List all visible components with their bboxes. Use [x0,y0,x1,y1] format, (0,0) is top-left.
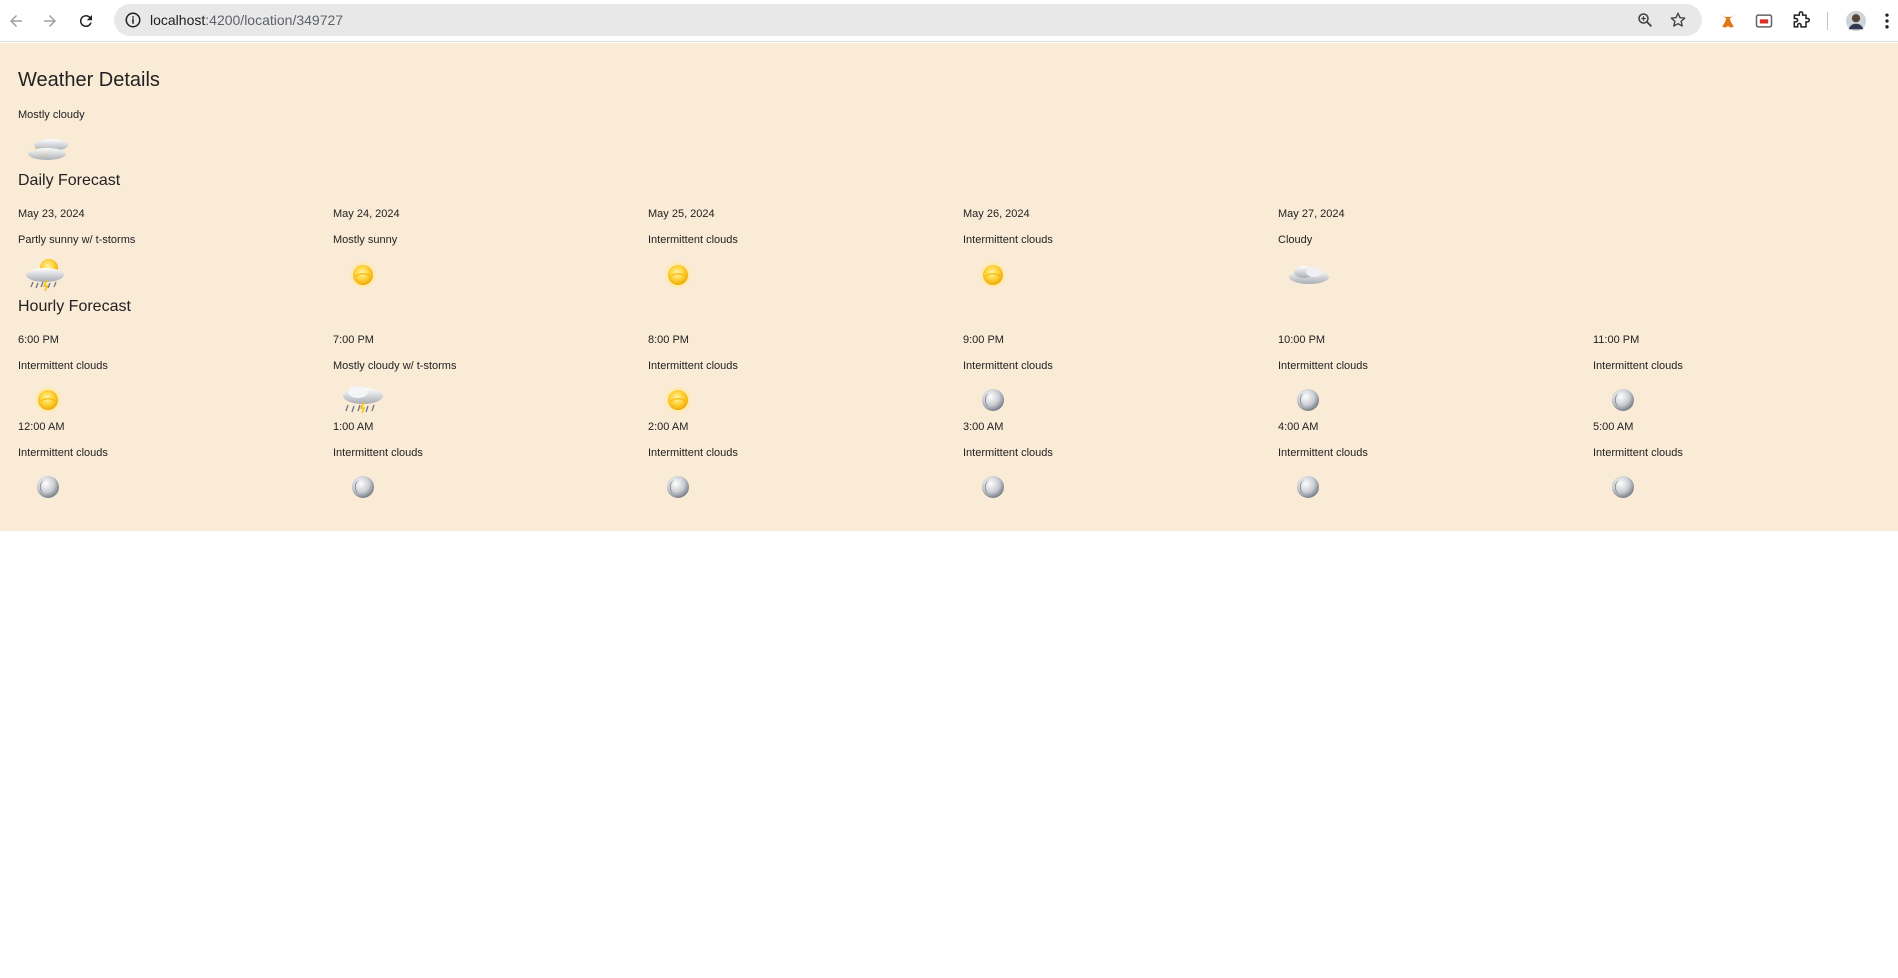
daily-condition: Cloudy [1278,234,1313,246]
hourly-condition: Intermittent clouds [1593,447,1683,459]
current-condition: Mostly cloudy [18,109,85,121]
site-info-icon[interactable] [124,11,142,29]
arrow-left-icon [10,15,22,27]
back-button[interactable] [3,8,29,34]
moon-icon [338,469,388,505]
address-bar[interactable]: localhost:4200/location/349727 [114,4,1702,36]
hourly-forecast-title: Hourly Forecast [18,298,131,315]
hourly-time: 1:00 AM [333,421,374,433]
hourly-time: 2:00 AM [648,421,689,433]
metamask-fox-icon[interactable] [1718,11,1738,31]
moon-icon [1598,469,1648,505]
browser-menu-icon[interactable] [1880,11,1894,31]
daily-condition: Partly sunny w/ t-storms [18,234,136,246]
sun-icon [653,257,703,293]
url-text[interactable]: localhost:4200/location/349727 [150,12,343,28]
daily-condition: Mostly sunny [333,234,398,246]
hourly-condition: Intermittent clouds [963,360,1053,372]
hourly-time: 10:00 PM [1278,334,1326,346]
moon-icon [1598,382,1648,418]
mostly-cloudy-icon [23,131,73,167]
weather-details-page: Weather Details Mostly cloudy Daily Fore… [0,43,1898,531]
hourly-time: 11:00 PM [1593,334,1640,346]
daily-condition: Intermittent clouds [963,234,1053,246]
hourly-time: 5:00 AM [1593,421,1634,433]
page-title: Weather Details [18,69,160,91]
profile-avatar-icon[interactable] [1845,10,1867,32]
zoom-icon[interactable] [1636,11,1654,29]
daily-condition: Intermittent clouds [648,234,738,246]
hourly-condition: Intermittent clouds [1278,360,1368,372]
reload-icon [79,15,92,28]
extension-window-icon[interactable] [1754,11,1774,31]
hourly-condition: Intermittent clouds [18,447,108,459]
bookmark-star-icon[interactable] [1669,11,1687,29]
hourly-time: 4:00 AM [1278,421,1319,433]
moon-icon [1283,469,1333,505]
daily-date: May 27, 2024 [1278,208,1345,220]
hourly-time: 6:00 PM [18,334,59,346]
browser-toolbar: localhost:4200/location/349727 [0,0,1898,42]
hourly-condition: Intermittent clouds [1278,447,1368,459]
moon-icon [653,469,703,505]
hourly-condition: Intermittent clouds [18,360,108,372]
cloud-icon [1283,257,1333,293]
moon-icon [968,382,1018,418]
arrow-right-icon [44,15,56,27]
hourly-condition: Intermittent clouds [333,447,423,459]
moon-icon [968,469,1018,505]
hourly-condition: Mostly cloudy w/ t-storms [333,360,457,372]
hourly-time: 3:00 AM [963,421,1004,433]
hourly-condition: Intermittent clouds [1593,360,1683,372]
hourly-time: 12:00 AM [18,421,65,433]
moon-icon [1283,382,1333,418]
daily-date: May 26, 2024 [963,208,1030,220]
daily-date: May 25, 2024 [648,208,715,220]
hourly-condition: Intermittent clouds [648,360,738,372]
sun-icon [653,382,703,418]
sun-icon [338,257,388,293]
forward-button[interactable] [37,8,63,34]
cloud-storm-icon [338,382,388,418]
daily-date: May 24, 2024 [333,208,400,220]
sun-icon [23,382,73,418]
reload-button[interactable] [73,8,99,34]
daily-forecast-title: Daily Forecast [18,172,121,189]
daily-date: May 23, 2024 [18,208,85,220]
url-host: localhost [150,12,206,28]
url-path: :4200/location/349727 [205,12,344,28]
moon-icon [23,469,73,505]
hourly-condition: Intermittent clouds [648,447,738,459]
hourly-time: 9:00 PM [963,334,1004,346]
extensions-puzzle-icon[interactable] [1791,11,1811,31]
hourly-time: 8:00 PM [648,334,689,346]
sun-cloud-storm-icon [23,257,73,293]
hourly-time: 7:00 PM [333,334,374,346]
sun-icon [968,257,1018,293]
hourly-condition: Intermittent clouds [963,447,1053,459]
toolbar-divider [1827,12,1828,30]
